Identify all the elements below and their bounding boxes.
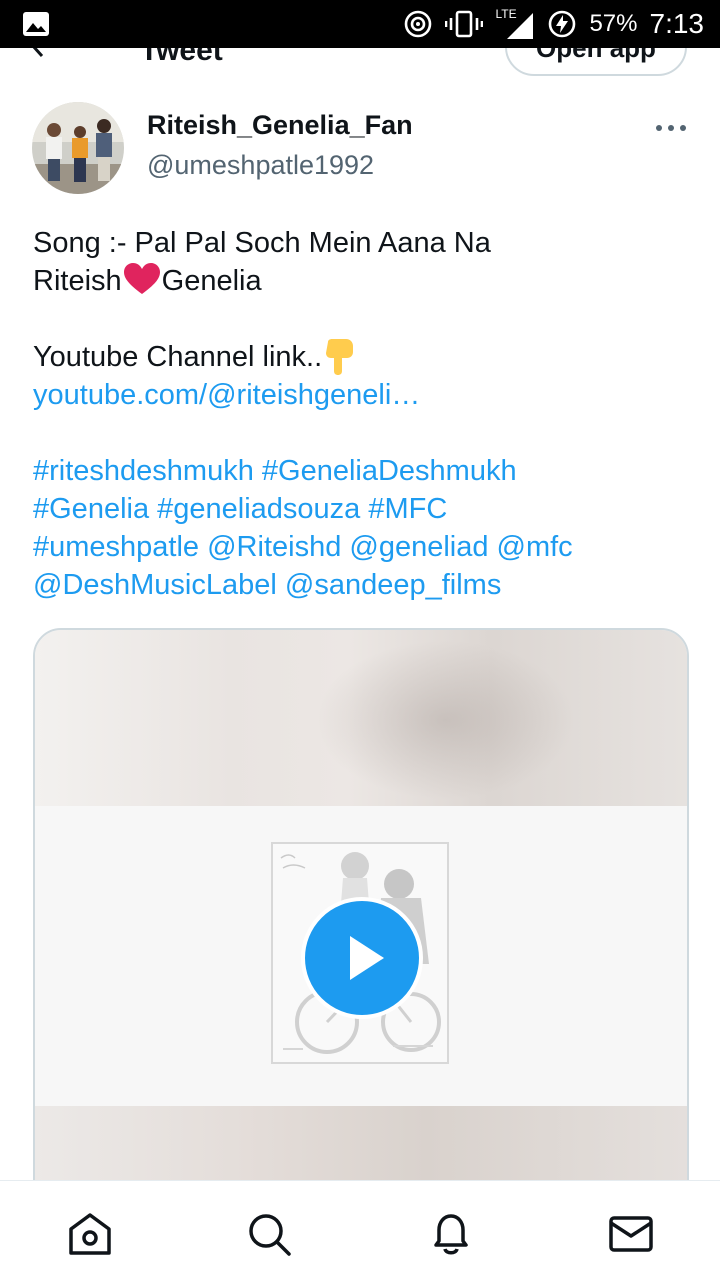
- pointing-down-icon: [326, 339, 354, 375]
- messages-icon[interactable]: [608, 1211, 654, 1257]
- youtube-link[interactable]: youtube.com/@riteishgeneli…: [33, 376, 693, 414]
- tweet-line: Riteish Genelia: [33, 262, 693, 300]
- open-app-button[interactable]: Open app: [505, 48, 687, 76]
- play-icon: [350, 936, 384, 980]
- clock: 7:13: [649, 8, 705, 39]
- tweet-text: Song :- Pal Pal Soch Mein Aana Na Riteis…: [33, 224, 693, 604]
- gallery-notification-icon: [23, 12, 49, 36]
- video-backdrop-top: [35, 630, 687, 806]
- red-heart-icon: [123, 263, 160, 294]
- tweet-line: Song :- Pal Pal Soch Mein Aana Na: [33, 227, 491, 259]
- hashtags-line[interactable]: #Genelia #geneliadsouza #MFC: [33, 490, 693, 528]
- author-handle[interactable]: @umeshpatle1992: [147, 150, 374, 181]
- back-arrow-icon[interactable]: [30, 48, 66, 72]
- hashtags-line[interactable]: #riteshdeshmukh #GeneliaDeshmukh: [33, 452, 693, 490]
- top-header: Tweet Open app: [0, 48, 720, 88]
- status-bar: LTE 57% 7:13: [0, 0, 720, 48]
- more-options-icon[interactable]: [654, 118, 688, 138]
- play-button[interactable]: [301, 897, 423, 1019]
- vibrate-icon: [445, 10, 484, 38]
- signal-icon: LTE: [495, 7, 535, 41]
- open-app-label: Open app: [536, 48, 656, 63]
- search-icon[interactable]: [246, 1211, 292, 1257]
- avatar[interactable]: [32, 102, 124, 194]
- tweet-text-part: Riteish: [33, 265, 122, 297]
- notifications-icon[interactable]: [428, 1211, 474, 1257]
- author-name[interactable]: Riteish_Genelia_Fan: [147, 110, 413, 141]
- tweet-text-part: Genelia: [161, 265, 262, 297]
- hashtags-line[interactable]: #umeshpatle @Riteishd @geneliad @mfc: [33, 528, 693, 566]
- hotspot-icon: [405, 10, 432, 38]
- hashtags-line[interactable]: @DeshMusicLabel @sandeep_films: [33, 566, 693, 604]
- page-title: Tweet: [140, 48, 223, 67]
- tweet-text-part: Youtube Channel link..: [33, 341, 323, 373]
- bottom-navigation: [0, 1180, 720, 1281]
- battery-charging-icon: [549, 10, 576, 38]
- video-media-card[interactable]: [33, 628, 689, 1252]
- tweet-line: Youtube Channel link..: [33, 338, 693, 376]
- battery-percent: 57%: [589, 10, 638, 37]
- home-icon[interactable]: [67, 1211, 113, 1257]
